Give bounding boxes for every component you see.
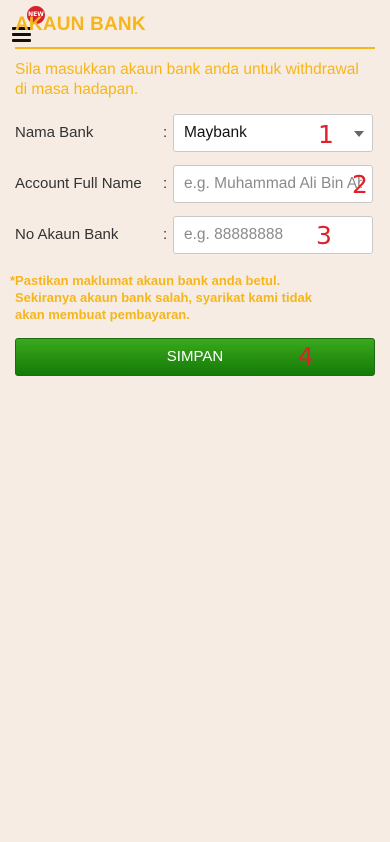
intro-text: Sila masukkan akaun bank anda untuk with…	[15, 61, 359, 98]
annotation-number-1: 1	[318, 120, 334, 149]
full-name-input[interactable]	[173, 165, 373, 203]
warning-note: *Pastikan maklumat akaun bank anda betul…	[10, 272, 360, 323]
caret-down-icon	[354, 131, 364, 137]
bank-name-select[interactable]: Maybank	[173, 114, 373, 152]
title-divider	[15, 47, 375, 49]
annotation-number-3: 3	[316, 221, 332, 250]
annotation-number-2: 2	[352, 170, 368, 199]
colon: :	[163, 175, 168, 192]
account-no-input[interactable]	[173, 216, 373, 254]
annotation-number-4: 4	[298, 342, 314, 371]
note-line-2: Sekiranya akaun bank salah, syarikat kam…	[15, 290, 312, 305]
note-line-3: akan membuat pembayaran.	[15, 307, 190, 322]
full-name-label: Account Full Name	[15, 175, 142, 192]
bank-name-label: Nama Bank	[15, 124, 94, 141]
full-name-row: Account Full Name :	[15, 165, 375, 205]
bank-name-selected-value: Maybank	[184, 124, 247, 141]
page-title: AKAUN BANK	[15, 14, 146, 35]
colon: :	[163, 124, 168, 141]
account-no-label: No Akaun Bank	[15, 226, 119, 243]
note-line-1: *Pastikan maklumat akaun bank anda betul…	[10, 273, 281, 288]
colon: :	[163, 226, 168, 243]
save-button[interactable]: SIMPAN	[15, 338, 375, 376]
